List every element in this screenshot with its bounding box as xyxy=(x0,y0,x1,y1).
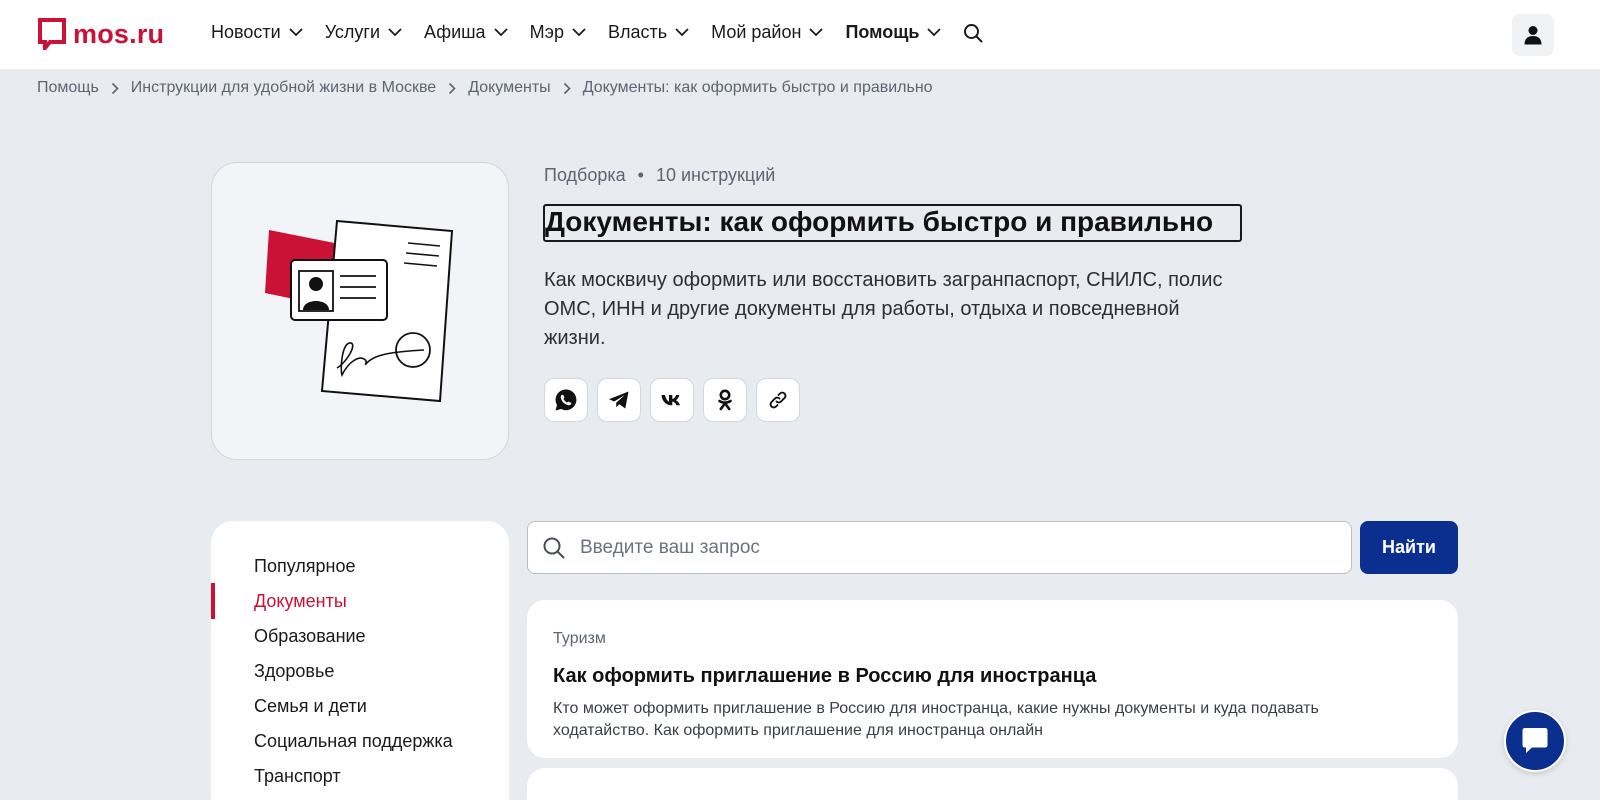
collection-meta: Подборка • 10 инструкций xyxy=(544,165,775,186)
share-telegram-button[interactable] xyxy=(597,378,641,422)
instructions-count: 10 инструкций xyxy=(655,165,776,185)
share-whatsapp-button[interactable] xyxy=(544,378,588,422)
card-description: Кто может оформить приглашение в Россию … xyxy=(553,700,1319,739)
collection-illustration xyxy=(211,162,509,460)
sidebar-item-family[interactable]: Семья и дети xyxy=(254,696,367,717)
link-icon xyxy=(769,391,787,409)
chevron-down-icon xyxy=(493,28,508,37)
breadcrumb: Помощь Инструкции для удобной жизни в Мо… xyxy=(37,79,933,97)
chevron-right-icon xyxy=(563,82,571,95)
nav-item-services[interactable]: Услуги xyxy=(325,22,402,43)
nav-item-authority[interactable]: Власть xyxy=(608,22,689,43)
site-header: mos.ru Новости Услуги Афиша Мэр Власть М… xyxy=(0,0,1600,69)
nav-item-label: Помощь xyxy=(845,22,920,42)
search-icon xyxy=(542,536,566,560)
category-sidebar: Популярное Документы Образование Здоровь… xyxy=(211,521,509,800)
sidebar-item-education[interactable]: Образование xyxy=(254,626,366,647)
search-input[interactable] xyxy=(580,536,1320,559)
nav-item-label: Власть xyxy=(607,22,668,42)
page-title: Документы: как оформить быстро и правиль… xyxy=(545,206,1214,237)
chat-button[interactable] xyxy=(1504,710,1566,772)
collection-type: Подборка xyxy=(544,165,626,185)
breadcrumb-item-help[interactable]: Помощь xyxy=(37,79,99,97)
breadcrumb-item-documents[interactable]: Документы xyxy=(468,79,550,97)
copy-link-button[interactable] xyxy=(756,378,800,422)
instruction-card[interactable]: Туризм Как оформить приглашение в Россию… xyxy=(527,600,1458,758)
instruction-card-next[interactable] xyxy=(527,768,1458,800)
header-search-button[interactable] xyxy=(963,23,983,43)
logo-speech-bubble-icon xyxy=(38,18,66,50)
card-category-tag: Туризм xyxy=(553,630,606,647)
chevron-down-icon xyxy=(289,28,303,37)
site-logo[interactable]: mos.ru xyxy=(38,18,164,50)
sidebar-item-social-support[interactable]: Социальная поддержка xyxy=(254,731,453,752)
main-nav: Новости Услуги Афиша Мэр Власть Мой райо… xyxy=(211,22,983,43)
chat-icon xyxy=(1522,728,1548,753)
search-field xyxy=(527,521,1352,574)
vk-icon xyxy=(661,395,680,406)
share-odnoklassniki-button[interactable] xyxy=(703,378,747,422)
nav-item-mayor[interactable]: Мэр xyxy=(530,22,586,43)
sidebar-item-documents[interactable]: Документы xyxy=(254,591,347,612)
telegram-icon xyxy=(609,391,629,409)
sidebar-item-popular[interactable]: Популярное xyxy=(254,556,356,577)
chevron-down-icon xyxy=(388,28,402,37)
whatsapp-icon xyxy=(555,389,577,411)
chevron-down-icon xyxy=(927,28,942,37)
nav-item-label: Афиша xyxy=(424,22,486,42)
nav-item-help[interactable]: Помощь xyxy=(845,22,942,43)
nav-item-label: Мой район xyxy=(711,22,802,42)
chevron-right-icon xyxy=(448,82,456,95)
nav-item-label: Новости xyxy=(211,22,281,42)
breadcrumb-item-instructions[interactable]: Инструкции для удобной жизни в Москве xyxy=(131,79,436,97)
breadcrumb-current: Документы: как оформить быстро и правиль… xyxy=(582,79,933,96)
documents-illustration xyxy=(265,219,454,403)
nav-item-label: Услуги xyxy=(324,22,381,42)
nav-item-news[interactable]: Новости xyxy=(211,22,303,43)
nav-item-afisha[interactable]: Афиша xyxy=(424,22,508,43)
user-profile-button[interactable] xyxy=(1512,14,1554,56)
sidebar-item-health[interactable]: Здоровье xyxy=(254,661,334,682)
chevron-right-icon xyxy=(111,82,119,95)
chevron-down-icon xyxy=(809,28,824,37)
page-description: Как москвичу оформить или восстановить з… xyxy=(544,269,1223,349)
share-vk-button[interactable] xyxy=(650,378,694,422)
nav-item-my-district[interactable]: Мой район xyxy=(711,22,824,43)
sidebar-item-transport[interactable]: Транспорт xyxy=(254,766,341,787)
share-buttons xyxy=(544,378,809,422)
search-submit-button[interactable]: Найти xyxy=(1360,521,1458,574)
logo-text: mos.ru xyxy=(73,18,165,49)
user-icon xyxy=(1524,26,1542,45)
nav-item-label: Мэр xyxy=(529,22,564,42)
card-title: Как оформить приглашение в Россию для ин… xyxy=(553,665,1097,687)
chevron-down-icon xyxy=(675,28,689,37)
odnoklassniki-icon xyxy=(718,389,732,411)
meta-separator: • xyxy=(637,165,644,185)
chevron-down-icon xyxy=(572,28,586,37)
search-icon xyxy=(964,23,983,42)
active-item-marker xyxy=(211,583,215,619)
